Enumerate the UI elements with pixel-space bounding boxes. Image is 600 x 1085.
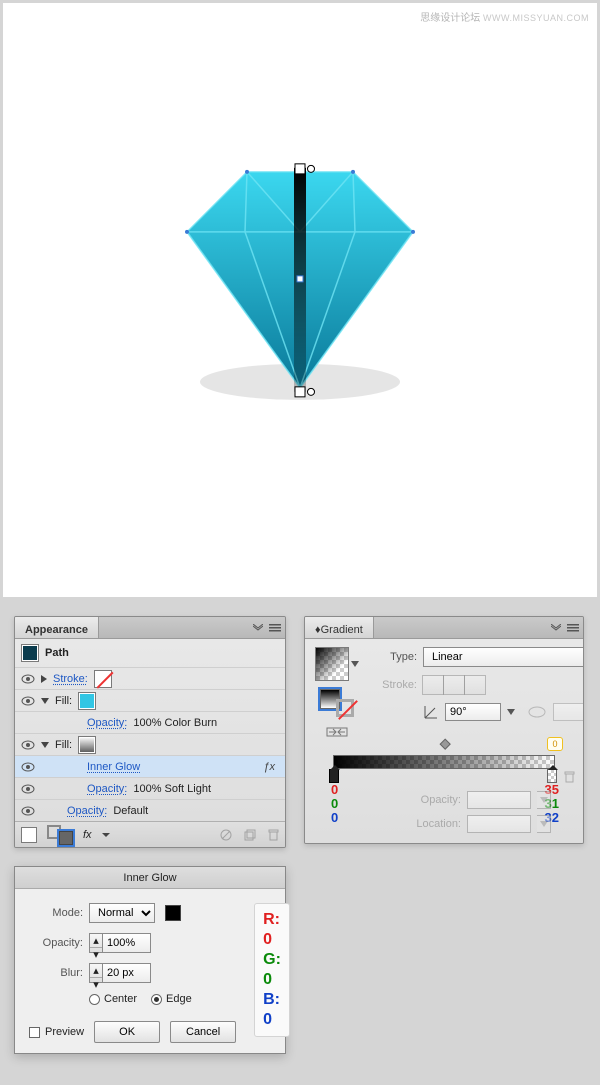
visibility-icon[interactable]: [21, 672, 35, 686]
slider-top-bubble: 0: [547, 737, 563, 751]
cancel-button[interactable]: Cancel: [170, 1021, 236, 1043]
object-name: Path: [45, 647, 69, 659]
clear-icon[interactable]: [220, 829, 232, 841]
inner-glow-dialog: Inner Glow Mode: Normal Opacity: ▴▾: [14, 866, 286, 1054]
angle-menu-icon[interactable]: [507, 709, 515, 715]
canvas: 思缘设计论坛 WWW.MISSYUAN.COM: [3, 3, 597, 597]
inner-glow-row[interactable]: Inner Glow ƒx: [15, 755, 285, 777]
preview-checkbox[interactable]: Preview: [29, 1026, 84, 1038]
fill-stroke-toggle[interactable]: [47, 825, 73, 845]
new-stroke-icon[interactable]: [21, 827, 37, 843]
left-stop-rgb: 0 0 0: [331, 783, 338, 825]
expand-icon[interactable]: [41, 698, 49, 704]
opacity-label[interactable]: Opacity:: [67, 805, 107, 817]
stop-opacity-input: [467, 791, 531, 809]
edge-radio[interactable]: Edge: [151, 993, 192, 1005]
fill-swatch-gradient[interactable]: [78, 736, 96, 754]
type-label: Type:: [373, 651, 417, 663]
opacity-row-1[interactable]: Opacity: 100% Color Burn: [15, 711, 285, 733]
appearance-tab[interactable]: Appearance: [15, 617, 99, 638]
object-thumb: [21, 644, 39, 662]
diamond-artwork: [155, 150, 445, 423]
gradient-tab[interactable]: ♦ Gradient: [305, 617, 374, 638]
blur-input[interactable]: [103, 963, 151, 983]
visibility-icon[interactable]: [21, 738, 35, 752]
stroke-gradient-mode: [423, 675, 486, 695]
appearance-panel: Appearance Path Stroke:: [14, 616, 286, 848]
midpoint-handle[interactable]: [440, 739, 451, 750]
collapse-icon[interactable]: [253, 624, 263, 632]
aspect-icon: [527, 704, 547, 720]
watermark-cn: 思缘设计论坛: [420, 13, 480, 24]
dialog-title: Inner Glow: [15, 867, 285, 889]
trash-icon[interactable]: [564, 771, 575, 783]
gradient-stop-left[interactable]: [329, 769, 339, 783]
stroke-label[interactable]: Stroke:: [53, 673, 88, 685]
watermark-url: WWW.MISSYUAN.COM: [483, 13, 589, 23]
diamond-icon: [155, 150, 445, 420]
watermark: 思缘设计论坛 WWW.MISSYUAN.COM: [420, 9, 589, 24]
ok-button[interactable]: OK: [94, 1021, 160, 1043]
opacity-stepper[interactable]: ▴▾: [89, 933, 151, 953]
gradient-type-select[interactable]: Linear: [423, 647, 584, 667]
path-row: Path: [15, 639, 285, 667]
angle-icon: [423, 704, 439, 720]
opacity-value: Default: [113, 805, 148, 817]
panel-menu-icon[interactable]: [567, 623, 579, 633]
opacity-label: Opacity:: [29, 937, 83, 949]
gradient-preview[interactable]: [315, 647, 349, 681]
aspect-input: [553, 703, 584, 721]
opacity-input[interactable]: [103, 933, 151, 953]
fx-menu[interactable]: fx: [83, 829, 92, 841]
gradient-panel: ♦ Gradient: [304, 616, 584, 844]
glow-rgb-callout: R: 0 G: 0 B: 0: [254, 903, 290, 1037]
mode-label: Mode:: [29, 907, 83, 919]
glow-color-swatch[interactable]: [165, 905, 181, 921]
gradient-bar[interactable]: [333, 755, 555, 769]
stroke-swatch-none[interactable]: [94, 670, 112, 688]
panel-menu-icon[interactable]: [269, 623, 281, 633]
fill-row-1[interactable]: Fill:: [15, 689, 285, 711]
fill-swatch-cyan[interactable]: [78, 692, 96, 710]
gradient-menu-icon[interactable]: [351, 661, 359, 667]
opacity-value: 100% Soft Light: [133, 783, 211, 795]
opacity-row-3[interactable]: Opacity: Default: [15, 799, 285, 821]
reverse-gradient-icon[interactable]: [326, 725, 348, 739]
stroke-label: Stroke:: [373, 679, 417, 691]
visibility-icon[interactable]: [21, 760, 35, 774]
opacity-label[interactable]: Opacity:: [87, 783, 127, 795]
center-radio[interactable]: Center: [89, 993, 137, 1005]
fill-label: Fill:: [55, 739, 72, 751]
expand-icon[interactable]: [41, 675, 47, 683]
mode-select[interactable]: Normal: [89, 903, 155, 923]
opacity-value: 100% Color Burn: [133, 717, 217, 729]
angle-input[interactable]: [445, 703, 501, 721]
inner-glow-label[interactable]: Inner Glow: [87, 761, 140, 773]
stroke-row[interactable]: Stroke:: [15, 667, 285, 689]
visibility-icon[interactable]: [21, 694, 35, 708]
blur-label: Blur:: [29, 967, 83, 979]
stop-location-input: [467, 815, 531, 833]
stop-location-label: Location:: [403, 818, 461, 830]
trash-icon[interactable]: [268, 829, 279, 841]
blur-stepper[interactable]: ▴▾: [89, 963, 151, 983]
appearance-footer: fx: [15, 821, 285, 847]
fx-badge[interactable]: ƒx: [263, 761, 279, 773]
duplicate-icon[interactable]: [244, 829, 256, 841]
expand-icon[interactable]: [41, 742, 49, 748]
fill-label: Fill:: [55, 695, 72, 707]
opacity-row-2[interactable]: Opacity: 100% Soft Light: [15, 777, 285, 799]
visibility-icon[interactable]: [21, 782, 35, 796]
visibility-icon[interactable]: [21, 804, 35, 818]
gradient-stop-right[interactable]: [547, 769, 557, 783]
gradient-fill-stroke[interactable]: [320, 689, 354, 717]
opacity-label[interactable]: Opacity:: [87, 717, 127, 729]
collapse-icon[interactable]: [551, 624, 561, 632]
gradient-slider[interactable]: 0 0 0 0 35 31 32: [315, 745, 573, 799]
fill-row-2[interactable]: Fill:: [15, 733, 285, 755]
